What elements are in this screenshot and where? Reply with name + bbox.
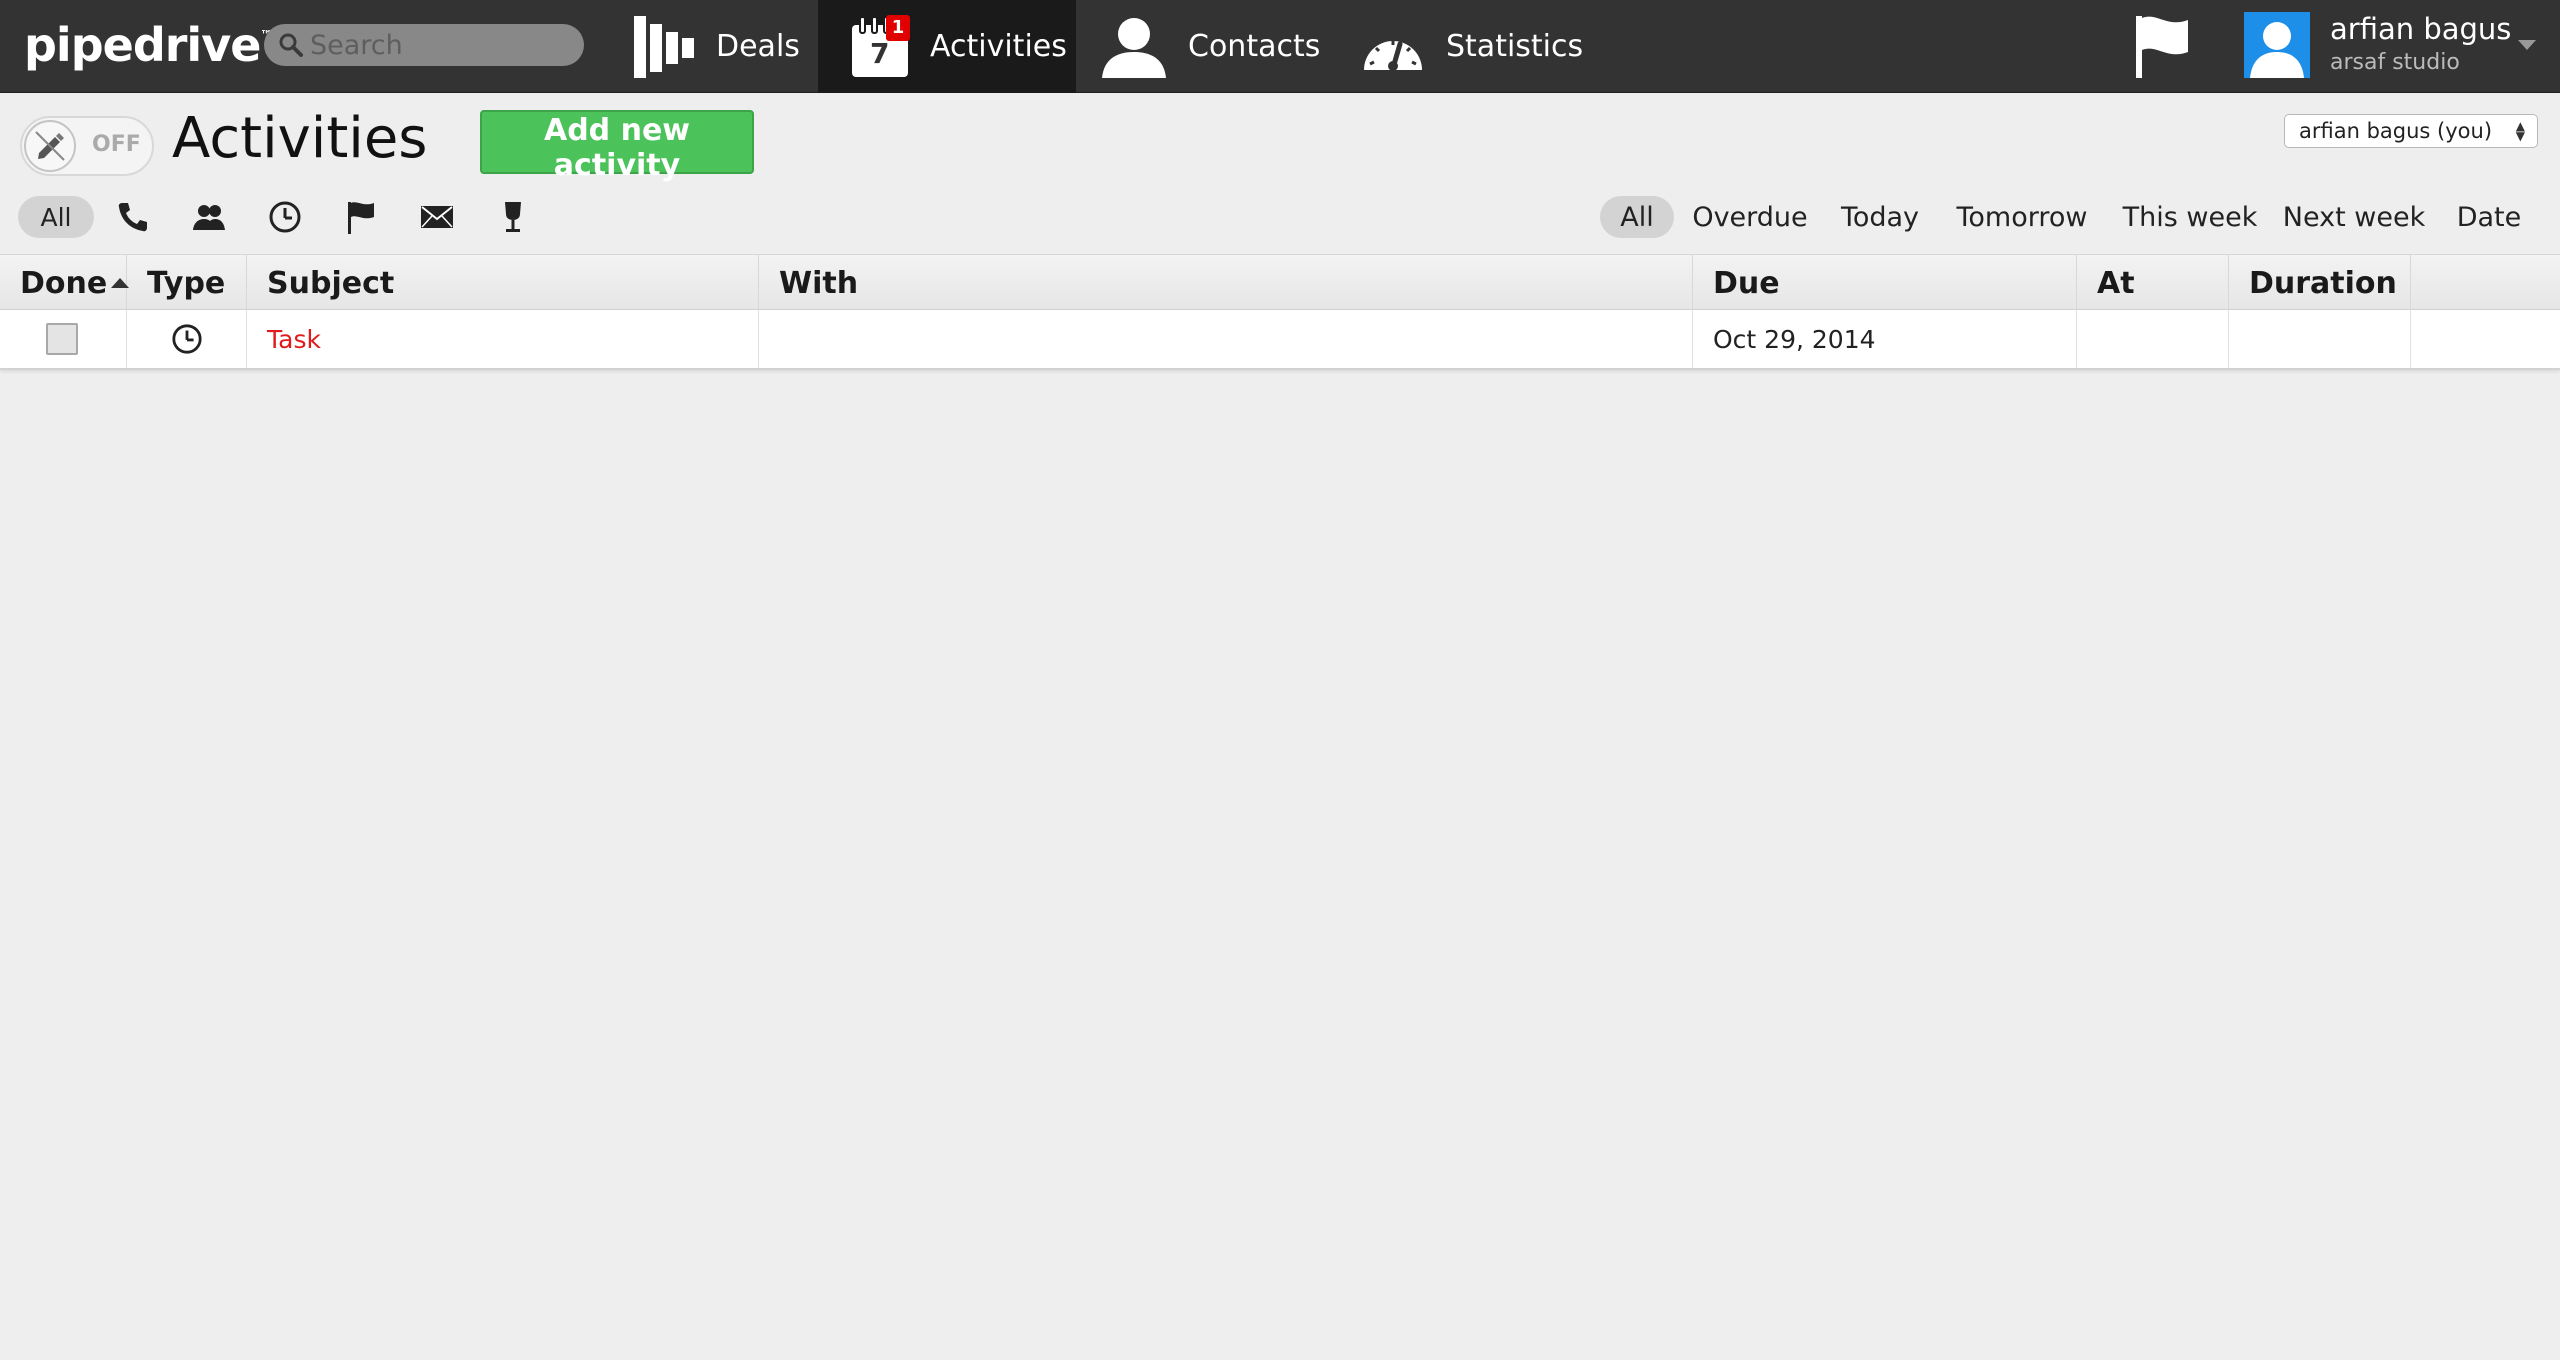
deals-pipeline-icon xyxy=(632,15,696,78)
user-menu[interactable]: arfian bagus arsaf studio xyxy=(2244,12,2544,80)
date-filter-date-label: Date xyxy=(2456,201,2522,233)
nav-deals[interactable]: Deals xyxy=(632,0,812,93)
activities-badge: 1 xyxy=(886,14,910,41)
owner-select[interactable]: arfian bagus (you) ▲ ▼ xyxy=(2284,114,2538,148)
column-header-duration-label: Duration xyxy=(2249,265,2397,301)
column-header-at-label: At xyxy=(2097,265,2135,301)
email-icon xyxy=(421,206,453,228)
type-filter-deadline[interactable] xyxy=(338,196,384,238)
column-header-type[interactable]: Type xyxy=(127,255,247,311)
pipedrive-logo[interactable]: pipedrive™ xyxy=(24,18,272,72)
subject-link[interactable]: Task xyxy=(267,325,321,354)
column-header-done[interactable]: Done xyxy=(0,255,130,311)
search-input[interactable] xyxy=(308,28,568,62)
pencil-icon xyxy=(35,131,65,161)
date-filter-overdue-label: Overdue xyxy=(1692,201,1808,233)
task-clock-icon xyxy=(172,324,202,354)
flag-icon xyxy=(2136,16,2188,78)
page-title: Activities xyxy=(172,106,428,171)
type-filter-call[interactable] xyxy=(110,196,156,238)
toggle-label: OFF xyxy=(92,132,141,157)
avatar xyxy=(2244,12,2310,78)
column-header-done-label: Done xyxy=(20,265,108,301)
task-clock-icon xyxy=(269,201,301,233)
phone-icon xyxy=(118,203,147,232)
nav-contacts[interactable]: Contacts xyxy=(1100,0,1320,93)
calendar-day-number: 7 xyxy=(870,36,890,70)
user-name: arfian bagus xyxy=(2330,12,2512,46)
speedometer-icon xyxy=(1360,20,1426,74)
logo-text: pipedrive xyxy=(24,18,261,72)
cell-at xyxy=(2077,310,2229,368)
column-header-due[interactable]: Due xyxy=(1693,255,2077,311)
type-filter-all-label: All xyxy=(40,202,72,232)
meeting-icon xyxy=(193,205,225,230)
toggle-knob xyxy=(24,120,76,172)
date-filter-date[interactable]: Date xyxy=(2452,196,2526,238)
date-filter-next-week[interactable]: Next week xyxy=(2282,196,2426,238)
nav-deals-label: Deals xyxy=(716,29,800,64)
date-filter-today-label: Today xyxy=(1840,201,1920,233)
search-box[interactable] xyxy=(264,24,584,66)
date-filter-tomorrow-label: Tomorrow xyxy=(1956,201,2088,233)
cell-type xyxy=(127,310,247,368)
chevron-down-icon[interactable] xyxy=(2518,40,2536,50)
search-icon xyxy=(279,33,303,57)
select-arrows-icon: ▲ ▼ xyxy=(2515,119,2525,143)
cell-duration xyxy=(2229,310,2411,368)
date-filter-overdue[interactable]: Overdue xyxy=(1690,196,1810,238)
add-new-activity-button[interactable]: Add new activity xyxy=(480,110,754,183)
calendar-icon: 7 1 xyxy=(850,14,910,79)
cell-subject: Task xyxy=(247,310,759,368)
type-filter-meeting[interactable] xyxy=(186,196,232,238)
nav-activities-label: Activities xyxy=(930,29,1067,64)
column-header-with-label: With xyxy=(779,265,859,301)
person-icon xyxy=(1100,16,1168,78)
type-filter-email[interactable] xyxy=(414,196,460,238)
done-checkbox[interactable] xyxy=(46,323,78,355)
cell-with xyxy=(759,310,1693,368)
user-company: arsaf studio xyxy=(2330,50,2460,75)
type-filter-lunch[interactable] xyxy=(490,196,536,238)
nav-contacts-label: Contacts xyxy=(1188,29,1321,64)
column-header-due-label: Due xyxy=(1713,265,1780,301)
column-header-type-label: Type xyxy=(147,265,226,301)
date-filter-this-week-label: This week xyxy=(2122,201,2258,233)
type-filter-task[interactable] xyxy=(262,196,308,238)
notifications-flag-button[interactable] xyxy=(2132,14,2192,78)
date-filter-all-label: All xyxy=(1620,201,1654,233)
cell-done xyxy=(0,310,127,368)
cell-due: Oct 29, 2014 xyxy=(1693,310,2077,368)
column-header-subject-label: Subject xyxy=(267,265,395,301)
column-header-with[interactable]: With xyxy=(759,255,1693,311)
column-header-subject[interactable]: Subject xyxy=(247,255,759,311)
table-row: Task Oct 29, 2014 xyxy=(0,310,2560,370)
date-filter-today[interactable]: Today xyxy=(1836,196,1924,238)
edit-mode-toggle[interactable]: OFF xyxy=(20,116,154,176)
lunch-glass-icon xyxy=(505,202,521,232)
date-filter-next-week-label: Next week xyxy=(2282,201,2426,233)
nav-statistics[interactable]: Statistics xyxy=(1360,0,1600,93)
user-silhouette-icon xyxy=(2250,22,2304,78)
date-filter-tomorrow[interactable]: Tomorrow xyxy=(1956,196,2088,238)
nav-activities[interactable]: 7 1 Activities xyxy=(818,0,1076,93)
cell-due-value: Oct 29, 2014 xyxy=(1713,324,1876,354)
owner-select-value: arfian bagus (you) xyxy=(2299,119,2493,143)
deadline-flag-icon xyxy=(348,202,374,234)
date-filter-this-week[interactable]: This week xyxy=(2120,196,2260,238)
column-header-duration[interactable]: Duration xyxy=(2229,255,2411,311)
nav-statistics-label: Statistics xyxy=(1446,29,1584,64)
date-filter-all[interactable]: All xyxy=(1600,196,1674,238)
type-filter-all[interactable]: All xyxy=(18,196,94,238)
column-header-at[interactable]: At xyxy=(2077,255,2229,311)
top-navigation-bar: pipedrive™ Deals 7 xyxy=(0,0,2560,93)
table-header: Done Type Subject With Due At Duration xyxy=(0,254,2560,311)
